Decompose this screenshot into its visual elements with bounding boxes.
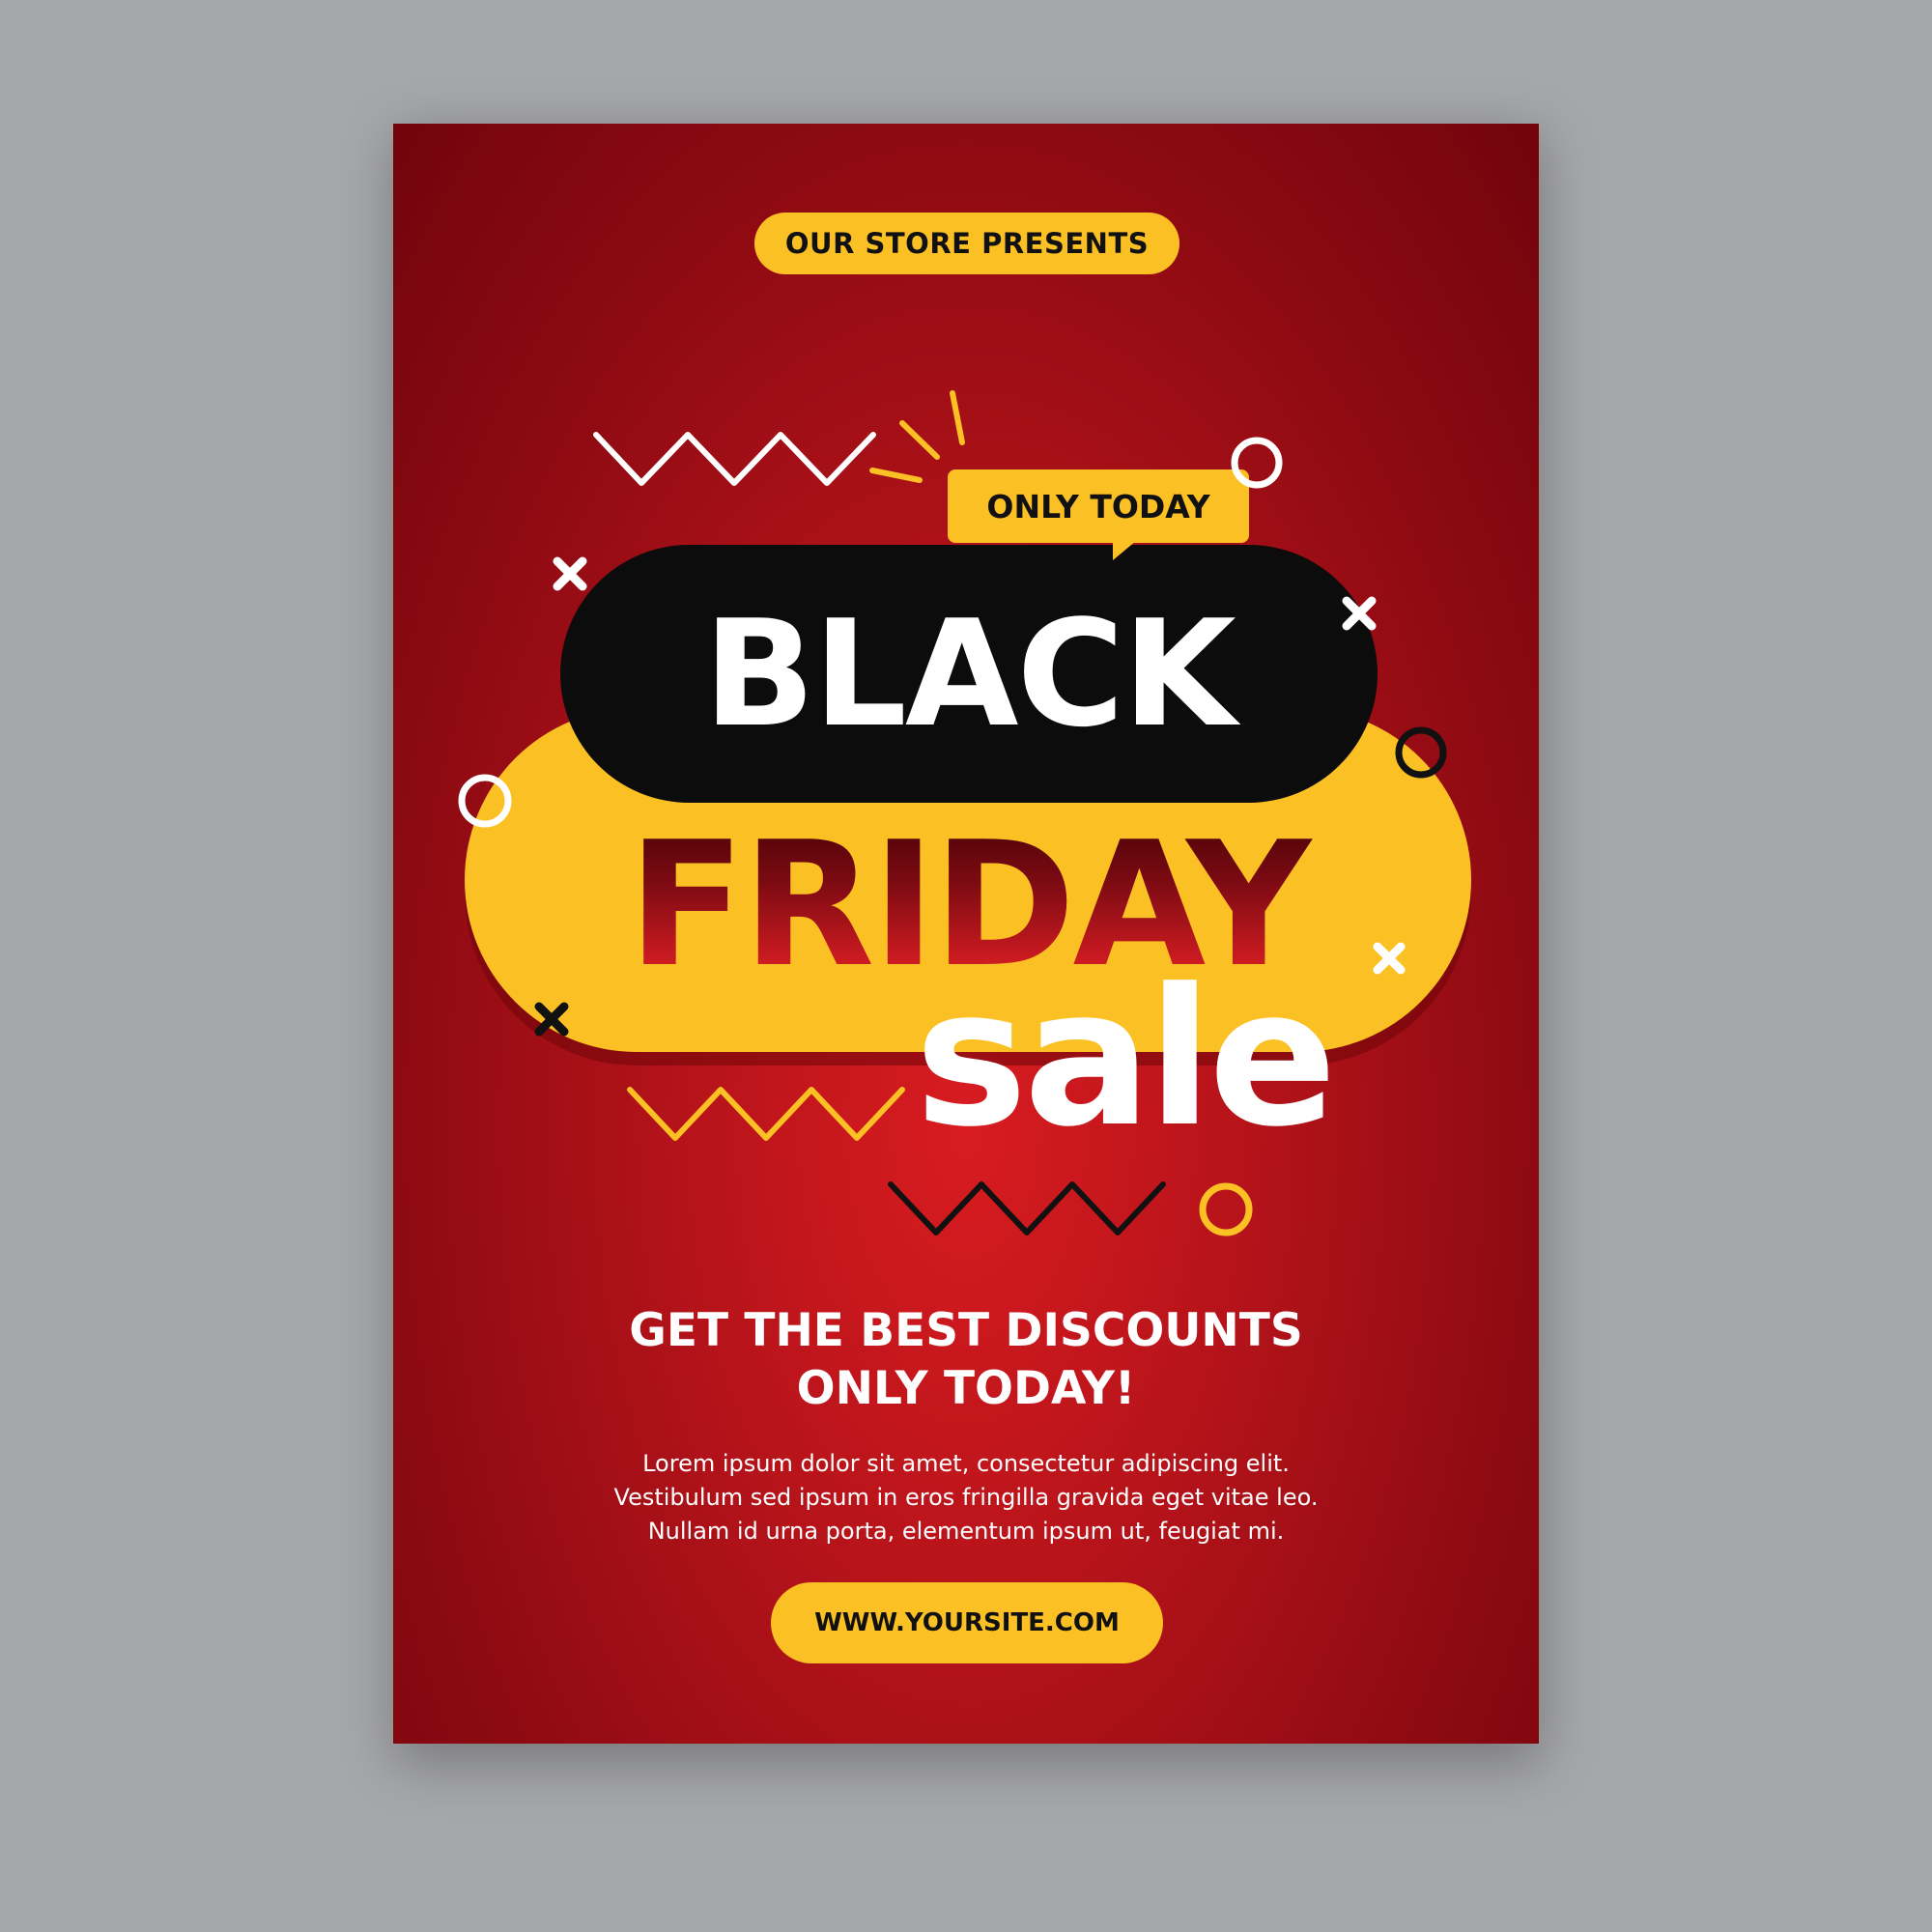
body-line: Lorem ipsum dolor sit amet, consectetur …	[642, 1450, 1290, 1477]
burst-lines-icon	[869, 390, 965, 483]
body-line: Nullam id urna porta, elementum ipsum ut…	[647, 1518, 1285, 1545]
website-pill: WWW.YOURSITE.COM	[771, 1582, 1163, 1663]
cross-black-icon	[534, 1002, 569, 1037]
zigzag-yellow-icon	[627, 1087, 905, 1141]
circle-yellow-icon	[1199, 1182, 1253, 1236]
circle-black-icon	[1395, 726, 1447, 779]
zigzag-black-icon	[888, 1181, 1166, 1236]
cross-white-icon	[1342, 596, 1377, 631]
circle-white-icon	[458, 774, 512, 828]
zigzag-white-icon	[593, 432, 876, 486]
website-label: WWW.YOURSITE.COM	[814, 1608, 1120, 1637]
body-copy: Lorem ipsum dolor sit amet, consectetur …	[393, 1447, 1539, 1548]
body-line: Vestibulum sed ipsum in eros fringilla g…	[613, 1484, 1319, 1511]
circle-white-icon	[1231, 437, 1283, 489]
headline-line: GET THE BEST DISCOUNTS	[629, 1304, 1303, 1357]
flyer-poster: OUR STORE PRESENTS BLACK ONLY TODAY FRID…	[393, 124, 1539, 1744]
cross-white-icon	[1373, 942, 1406, 975]
discount-headline: GET THE BEST DISCOUNTS ONLY TODAY!	[393, 1302, 1539, 1418]
cross-white-icon	[553, 556, 587, 591]
headline-line: ONLY TODAY!	[796, 1362, 1136, 1415]
